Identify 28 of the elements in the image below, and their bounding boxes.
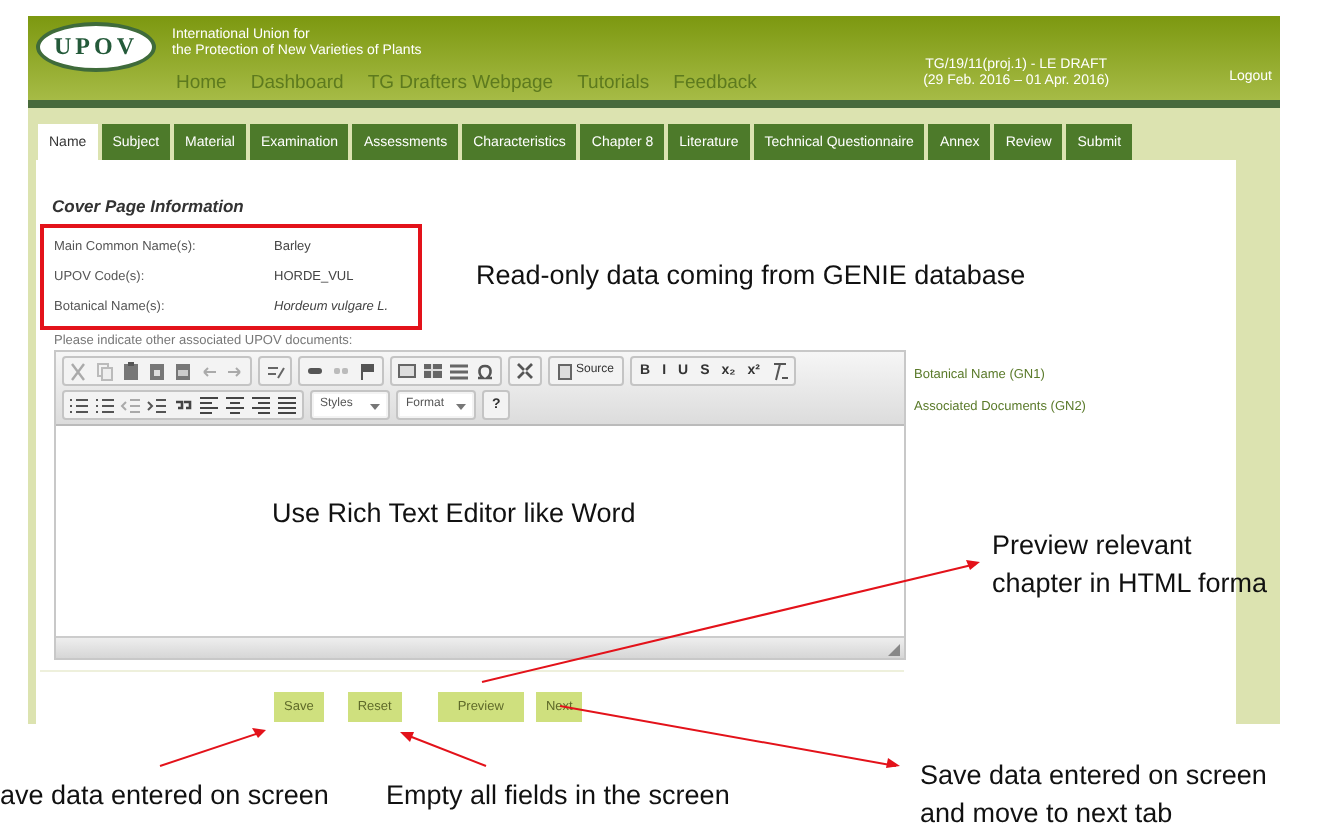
annotation-text: Preview relevant: [992, 528, 1192, 562]
annotation-text: and move to next tab: [920, 796, 1173, 830]
justify-icon[interactable]: [276, 394, 298, 416]
section-title: Cover Page Information: [52, 196, 246, 216]
align-left-icon[interactable]: [198, 394, 220, 416]
image-icon[interactable]: [396, 360, 418, 382]
annotation-text: Empty all fields in the screen: [386, 778, 730, 812]
resize-handle-icon[interactable]: [888, 644, 900, 656]
annotation-text: Save data entered on screen: [920, 758, 1267, 792]
horizontal-line-icon[interactable]: [448, 360, 470, 382]
annotation-text: chapter in HTML forma: [992, 566, 1268, 600]
annotation-text: Read-only data coming from GENIE database: [476, 258, 1026, 292]
clear-format-icon[interactable]: [768, 360, 791, 382]
table-icon[interactable]: [422, 360, 444, 382]
numbered-list-icon[interactable]: [68, 394, 90, 416]
indent-icon[interactable]: [146, 394, 168, 416]
annotation-text: ave data entered on screen: [0, 778, 329, 812]
annotation-text: Use Rich Text Editor like Word: [272, 496, 636, 530]
omega-icon[interactable]: [474, 360, 496, 382]
document-icon: [558, 363, 572, 379]
bulleted-list-icon[interactable]: [94, 394, 116, 416]
align-right-icon[interactable]: [250, 394, 272, 416]
arrow: [400, 732, 487, 767]
logo: UPOV: [36, 22, 156, 72]
flag-icon[interactable]: [356, 360, 378, 382]
arrow: [159, 728, 266, 767]
align-center-icon[interactable]: [224, 394, 246, 416]
maximize-icon[interactable]: [514, 360, 536, 382]
